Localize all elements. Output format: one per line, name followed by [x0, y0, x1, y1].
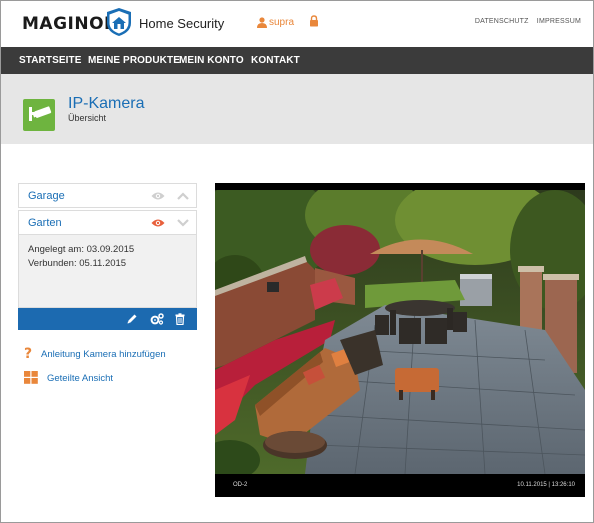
- user-icon[interactable]: [257, 17, 267, 28]
- camera-item-garage[interactable]: Garage: [18, 183, 197, 208]
- eye-icon[interactable]: [151, 218, 165, 228]
- split-view-link[interactable]: Geteilte Ansicht: [47, 373, 113, 384]
- camera-list: Garage Garten Angelegt am: 03.09.2015 Ve…: [18, 183, 197, 330]
- camera-icon: [29, 106, 52, 121]
- eye-icon[interactable]: [151, 191, 165, 201]
- camera-video-feed[interactable]: OD-2 10.11.2015 | 13:26:10: [215, 183, 585, 497]
- camera-badge: [23, 99, 55, 131]
- svg-text:?: ?: [24, 346, 32, 359]
- camera-id: OD-2: [233, 482, 248, 488]
- chevron-down-icon[interactable]: [177, 218, 189, 228]
- split-view-icon: [24, 371, 38, 384]
- page-subtitle: Übersicht: [68, 113, 107, 123]
- app-window: MAGINON Home Security supra DATENSCHUTZ …: [0, 0, 594, 523]
- add-camera-guide-link[interactable]: Anleitung Kamera hinzufügen: [41, 349, 166, 360]
- imprint-link[interactable]: IMPRESSUM: [537, 18, 581, 25]
- footer-links: DATENSCHUTZ IMPRESSUM: [469, 18, 581, 25]
- house-logo-icon: [107, 8, 131, 36]
- nav-contact[interactable]: KONTAKT: [251, 55, 300, 66]
- camera-item-garten[interactable]: Garten: [18, 210, 197, 235]
- camera-name: Garage: [28, 190, 65, 202]
- main-nav: STARTSEITE MEINE PRODUKTE MEIN KONTO KON…: [1, 47, 593, 74]
- user-name-link[interactable]: supra: [269, 17, 294, 28]
- pencil-icon[interactable]: [126, 313, 138, 325]
- created-date: Angelegt am: 03.09.2015: [28, 244, 135, 255]
- camera-details: Angelegt am: 03.09.2015 Verbunden: 05.11…: [18, 235, 197, 308]
- nav-home[interactable]: STARTSEITE: [19, 55, 81, 66]
- gears-icon[interactable]: [150, 313, 164, 325]
- garden-camera-image: [215, 190, 585, 474]
- page-header: IP-Kamera Übersicht: [1, 74, 593, 144]
- top-bar: MAGINON Home Security supra DATENSCHUTZ …: [1, 1, 593, 47]
- video-timestamp: 10.11.2015 | 13:26:10: [517, 482, 575, 488]
- privacy-link[interactable]: DATENSCHUTZ: [475, 18, 529, 25]
- chevron-up-icon[interactable]: [177, 191, 189, 201]
- lock-icon[interactable]: [309, 15, 319, 27]
- nav-my-products[interactable]: MEINE PRODUKTE: [88, 55, 180, 66]
- question-icon: ?: [24, 346, 32, 359]
- connected-date: Verbunden: 05.11.2015: [28, 258, 127, 269]
- page-title: IP-Kamera: [68, 95, 145, 112]
- trash-icon[interactable]: [174, 313, 186, 325]
- camera-toolbar: [18, 308, 197, 330]
- camera-name: Garten: [28, 217, 62, 229]
- nav-my-account[interactable]: MEIN KONTO: [179, 55, 244, 66]
- brand-text: Home Security: [139, 16, 225, 31]
